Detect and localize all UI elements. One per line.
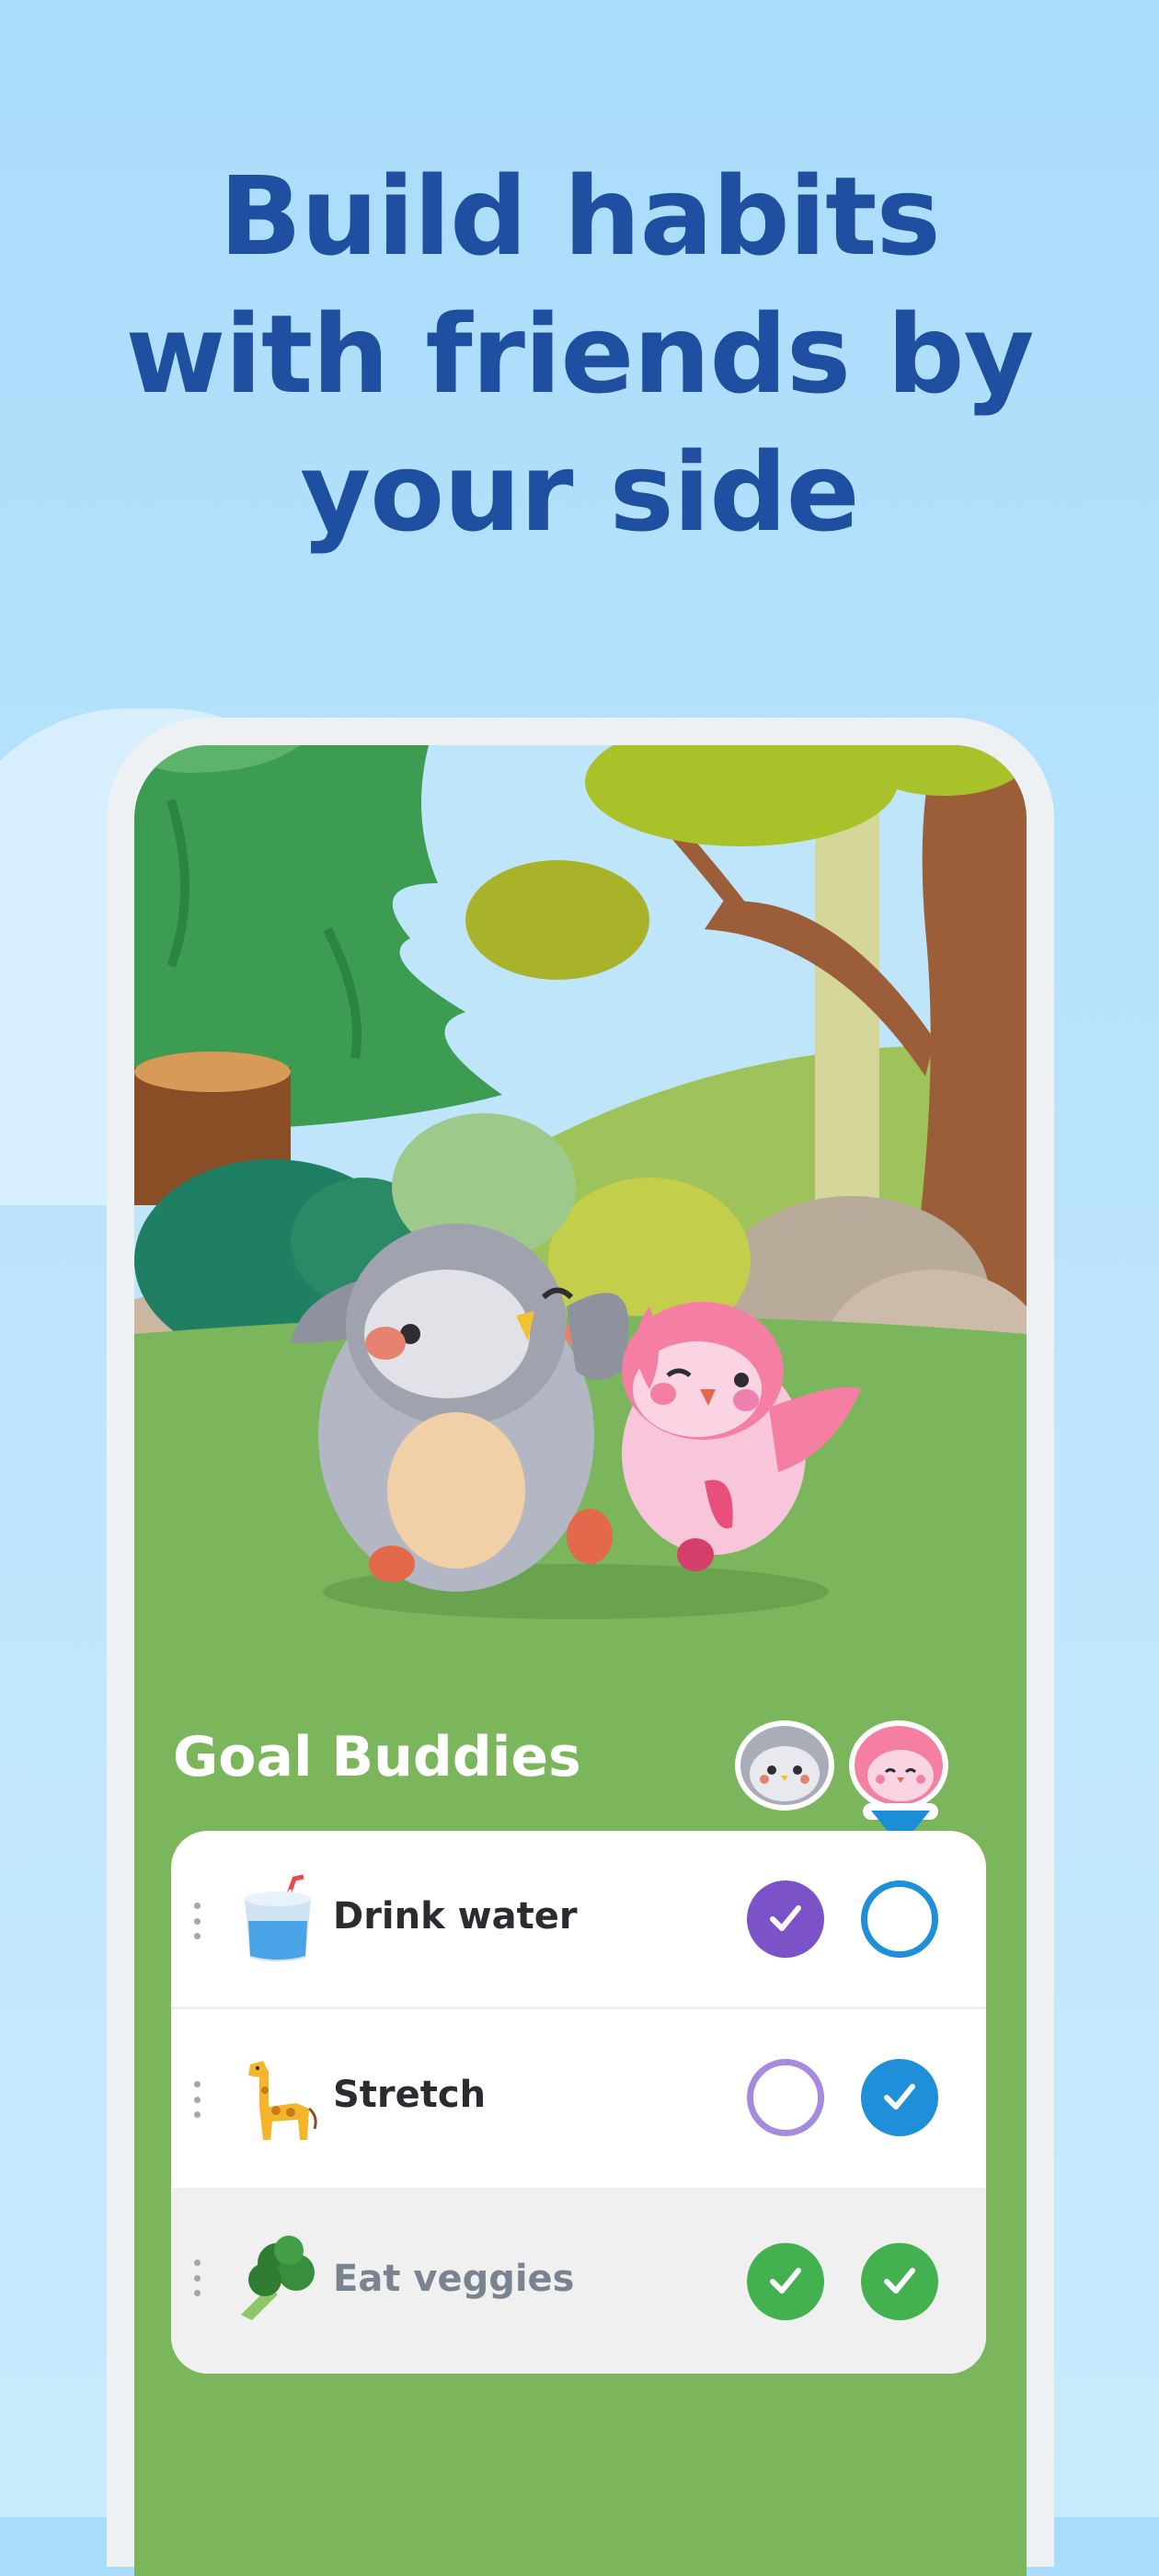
headline-line-2: with friends by [125,291,1034,418]
giraffe-icon [248,2061,317,2140]
habit-label: Stretch [333,2074,487,2116]
buddy1-checkbox-unchecked[interactable] [747,2059,824,2136]
habit-row-drink-water[interactable]: Drink water [171,1831,986,2009]
checkmark-icon [884,2084,915,2110]
pink-bird-face-icon [867,1750,934,1801]
drag-handle-icon[interactable] [193,2260,201,2296]
checkmark-icon [770,1905,801,1931]
grey-penguin-avatar[interactable] [735,1720,834,1811]
checkmark-icon [770,2268,801,2294]
habit-label: Eat veggies [333,2258,575,2300]
checkmark-icon [884,2268,915,2294]
habit-row-eat-veggies[interactable]: Eat veggies [171,2188,986,2374]
goal-buddies-title: Goal Buddies [173,1725,581,1789]
broccoli-icon [241,2236,315,2320]
buddy1-checkbox-checked[interactable] [747,2243,824,2320]
buddy2-checkbox-unchecked[interactable] [861,1880,938,1958]
drag-handle-icon[interactable] [193,2081,201,2118]
buddy1-checkbox-checked[interactable] [747,1880,824,1958]
buddy2-checkbox-checked[interactable] [861,2243,938,2320]
pink-bird-avatar[interactable] [849,1720,948,1811]
cup-with-straw-icon [245,1874,311,1961]
penguin-face-icon [750,1746,820,1801]
forest-scene-illustration [134,745,1027,1665]
buddy2-checkbox-checked[interactable] [861,2059,938,2136]
headline: Build habits with friends by your side [0,147,1159,561]
headline-line-1: Build habits [219,153,941,280]
phone-frame: Goal Buddies Drink water Stretch Eat veg… [107,718,1054,2576]
habit-row-stretch[interactable]: Stretch [171,2009,986,2188]
phone-screen: Goal Buddies Drink water Stretch Eat veg… [134,745,1027,2576]
habit-label: Drink water [333,1895,578,1938]
drag-handle-icon[interactable] [193,1903,201,1939]
habit-list-card: Drink water Stretch Eat veggies [171,1831,986,2374]
headline-line-3: your side [300,429,859,556]
